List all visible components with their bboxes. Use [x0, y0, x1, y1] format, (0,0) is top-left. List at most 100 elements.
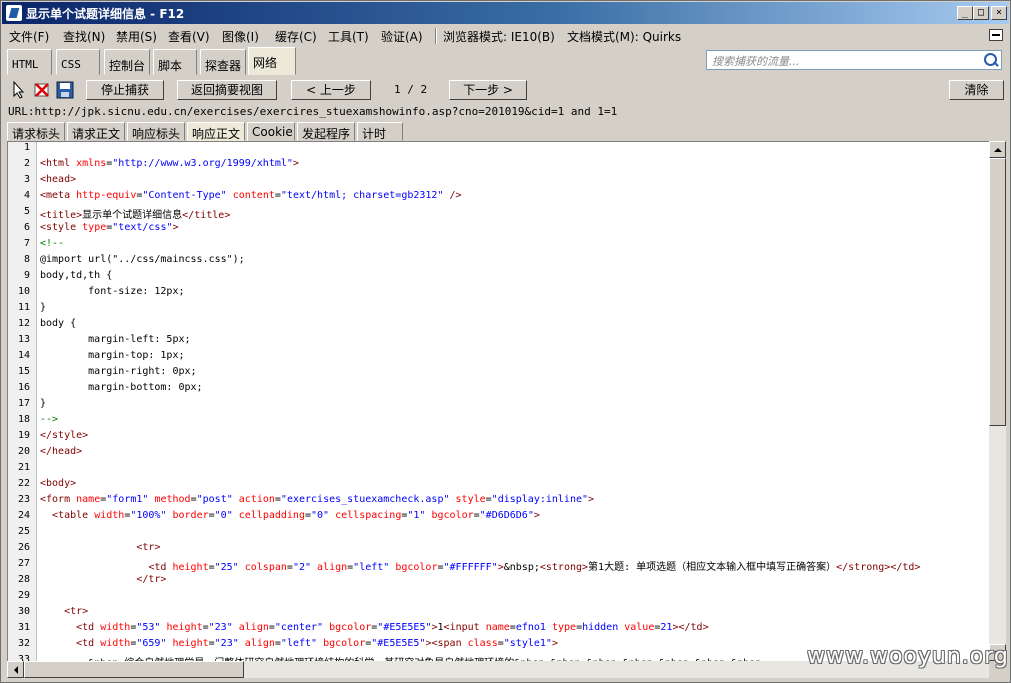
code-line: </tr>	[136, 574, 167, 585]
code-line: <td width="53" height="23" align="center…	[76, 622, 709, 633]
clear-cache-icon[interactable]	[32, 80, 52, 100]
search-icon[interactable]	[984, 53, 997, 66]
subtab-request-body[interactable]: 请求正文	[67, 122, 125, 141]
line-number: 8	[23, 254, 30, 265]
search-input[interactable]	[710, 52, 984, 70]
line-number: 28	[17, 574, 30, 585]
clear-button[interactable]: 清除	[949, 80, 1004, 100]
line-number: 2	[23, 158, 30, 169]
code-line: }	[40, 302, 47, 313]
vertical-scroll-thumb[interactable]	[989, 158, 1006, 426]
line-number: 11	[17, 302, 30, 313]
request-url: URL:http://jpk.sicnu.edu.cn/exercises/ex…	[8, 105, 618, 118]
code-line: </head>	[40, 446, 83, 457]
code-line: body,td,th {	[40, 270, 113, 281]
minimize-button[interactable]: _	[957, 6, 973, 20]
scroll-up-button[interactable]	[989, 141, 1006, 158]
line-number: 5	[23, 206, 30, 217]
line-number: 32	[17, 638, 30, 649]
title-bar[interactable]: 显示单个试题详细信息 - F12 _ □ ×	[2, 2, 1009, 24]
line-number: 16	[17, 382, 30, 393]
subtab-response-body[interactable]: 响应正文	[187, 122, 245, 141]
line-number: 14	[17, 350, 30, 361]
line-number: 10	[17, 286, 30, 297]
menu-cache[interactable]: 缓存(C)	[275, 28, 317, 45]
menu-images[interactable]: 图像(I)	[222, 28, 259, 45]
line-number: 7	[23, 238, 30, 249]
code-line: &nbsp;综合自然地理学是一门整体研究自然地理环境结构的科学，其研究对象是自然…	[40, 654, 767, 661]
line-number: 17	[17, 398, 30, 409]
detail-tabs: 请求标头 请求正文 响应标头 响应正文 Cookie 发起程序 计时	[2, 122, 1009, 141]
search-box	[706, 50, 1002, 70]
code-line: <td height="25" colspan="2" align="left"…	[148, 562, 921, 573]
line-number: 25	[17, 526, 30, 537]
close-button[interactable]: ×	[991, 6, 1007, 20]
code-line: body {	[40, 318, 77, 329]
tab-network[interactable]: 网络	[248, 47, 296, 75]
code-line: font-size: 12px;	[40, 286, 185, 297]
prev-button[interactable]: < 上一步	[291, 80, 371, 100]
line-number: 29	[17, 590, 30, 601]
code-line: margin-bottom: 0px;	[40, 382, 203, 393]
tab-profiler[interactable]: 探查器	[200, 49, 246, 75]
line-number: 15	[17, 366, 30, 377]
tab-css[interactable]: CSS	[56, 49, 100, 75]
code-line: margin-top: 1px;	[40, 350, 185, 361]
code-line: <style type="text/css">	[40, 222, 179, 233]
horizontal-scroll-thumb[interactable]	[24, 661, 244, 678]
menu-tools[interactable]: 工具(T)	[328, 28, 369, 45]
response-body-viewer[interactable]: <html xmlns="http://www.w3.org/1999/xhtm…	[7, 141, 989, 661]
subtab-timing[interactable]: 计时	[357, 122, 403, 141]
subtab-cookie[interactable]: Cookie	[247, 122, 295, 141]
scroll-left-button[interactable]	[7, 661, 24, 678]
line-number: 22	[17, 478, 30, 489]
collapse-icon[interactable]	[989, 29, 1003, 41]
next-button[interactable]: 下一步 >	[449, 80, 527, 100]
code-line: </style>	[40, 430, 89, 441]
code-line: <table width="100%" border="0" cellpaddi…	[52, 510, 540, 521]
tab-html[interactable]: HTML	[7, 49, 52, 75]
window-title: 显示单个试题详细信息 - F12	[26, 7, 185, 21]
tab-console[interactable]: 控制台	[104, 49, 150, 75]
menu-browser-mode[interactable]: 浏览器模式: IE10(B)	[443, 28, 555, 45]
back-to-summary-button[interactable]: 返回摘要视图	[177, 80, 277, 100]
menu-separator	[435, 28, 437, 44]
menu-disable[interactable]: 禁用(S)	[116, 28, 157, 45]
stop-capture-button[interactable]: 停止捕获	[86, 80, 164, 100]
arrow-left-icon	[10, 666, 18, 674]
code-line: <td width="659" height="23" align="left"…	[76, 638, 558, 649]
code-line: <tr>	[136, 542, 161, 553]
code-line: <tr>	[64, 606, 89, 617]
line-number: 33	[17, 654, 30, 661]
menu-document-mode[interactable]: 文档模式(M): Quirks	[567, 28, 681, 45]
line-number: 12	[17, 318, 30, 329]
menu-find[interactable]: 查找(N)	[63, 28, 105, 45]
maximize-button[interactable]: □	[973, 6, 989, 20]
code-line: <html xmlns="http://www.w3.org/1999/xhtm…	[40, 158, 299, 169]
line-number: 30	[17, 606, 30, 617]
code-line: margin-left: 5px;	[40, 334, 191, 345]
code-line: <form name="form1" method="post" action=…	[40, 494, 595, 505]
line-number: 23	[17, 494, 30, 505]
watermark: www.wooyun.org	[807, 644, 1009, 669]
line-number: 20	[17, 446, 30, 457]
menu-validate[interactable]: 验证(A)	[381, 28, 423, 45]
code-line: -->	[40, 414, 59, 425]
subtab-response-headers[interactable]: 响应标头	[127, 122, 185, 141]
save-icon[interactable]	[55, 80, 75, 100]
subtab-initiator[interactable]: 发起程序	[297, 122, 355, 141]
code-line: @import url("../css/maincss.css");	[40, 254, 245, 265]
arrow-up-icon	[994, 144, 1002, 152]
subtab-request-headers[interactable]: 请求标头	[7, 122, 65, 141]
line-number: 19	[17, 430, 30, 441]
tab-script[interactable]: 脚本	[153, 49, 197, 75]
line-number: 6	[23, 222, 30, 233]
menu-file[interactable]: 文件(F)	[9, 28, 49, 45]
code-line: <head>	[40, 174, 77, 185]
vertical-scrollbar[interactable]	[989, 141, 1006, 661]
line-number: 27	[17, 558, 30, 569]
menu-view[interactable]: 查看(V)	[168, 28, 210, 45]
select-element-icon[interactable]	[9, 80, 29, 100]
line-number: 9	[23, 270, 30, 281]
f12-window: 显示单个试题详细信息 - F12 _ □ × 文件(F) 查找(N) 禁用(S)…	[0, 0, 1011, 683]
